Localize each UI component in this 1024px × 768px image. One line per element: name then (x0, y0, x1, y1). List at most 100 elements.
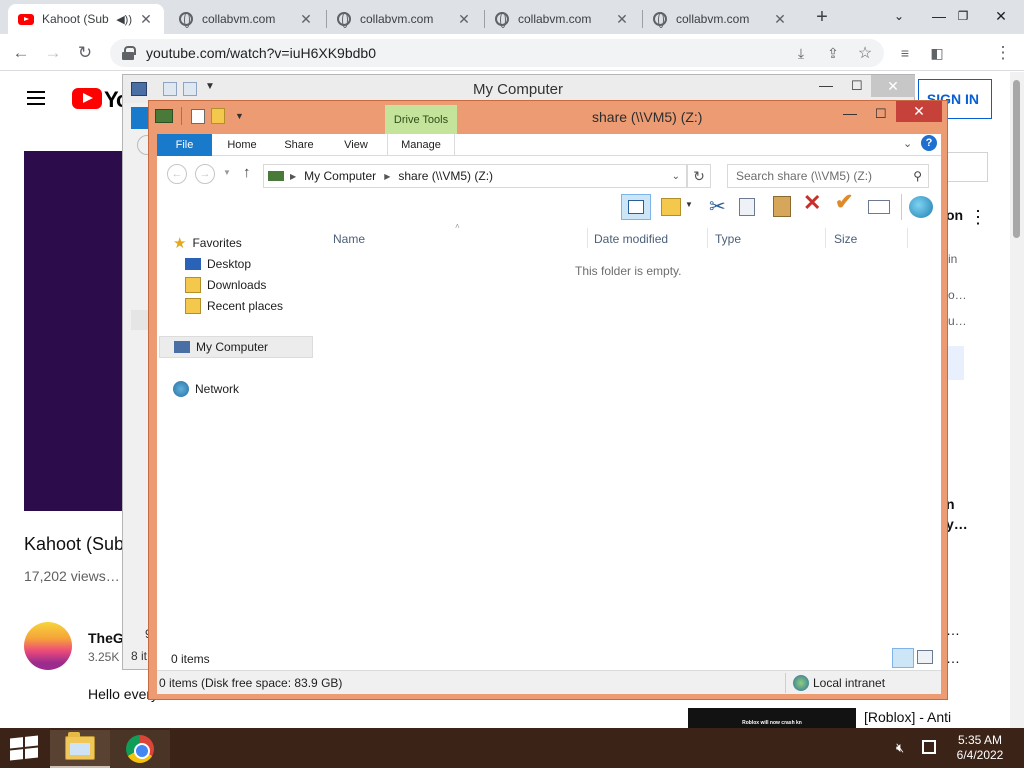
channel-name[interactable]: TheG (88, 630, 124, 646)
close-icon[interactable]: ✕ (871, 75, 915, 97)
tab-manage[interactable]: Manage (387, 134, 455, 156)
new-folder-icon[interactable] (183, 82, 197, 96)
up-next-thumbnail[interactable]: Roblox will now crash kn (688, 708, 856, 728)
folder-options-icon[interactable] (661, 198, 681, 216)
breadcrumb-share[interactable]: share (\\VM5) (Z:) (398, 169, 493, 183)
nav-favorites[interactable]: ★ Favorites (173, 232, 242, 254)
reload-icon[interactable]: ↻ (72, 40, 98, 66)
tab-kahoot[interactable]: Kahoot (Sub ◀)) ✕ (8, 4, 164, 34)
network-tray-icon[interactable] (922, 740, 936, 754)
column-type[interactable]: Type (715, 228, 741, 250)
up-next-title[interactable]: [Roblox] - Anti (864, 709, 951, 725)
column-name[interactable]: Name (333, 228, 365, 250)
address-dropdown-icon[interactable]: ⌄ (672, 171, 680, 182)
paste-icon[interactable] (773, 196, 791, 217)
tab-view[interactable]: View (333, 134, 379, 156)
maximize-icon[interactable]: ☐ (875, 106, 887, 122)
close-window-icon[interactable]: ✕ (978, 0, 1024, 32)
address-bar[interactable]: ▶ My Computer ▶ share (\\VM5) (Z:) ⌄ (263, 164, 687, 188)
close-tab-icon[interactable]: ✕ (298, 11, 314, 28)
rename-icon[interactable] (868, 200, 890, 214)
speaker-icon[interactable]: ◀)) (116, 13, 132, 26)
chrome-taskbar-button[interactable] (110, 730, 170, 768)
forward-icon[interactable]: → (195, 164, 215, 184)
column-divider[interactable] (825, 228, 826, 248)
menu-icon[interactable]: ⋮ (990, 40, 1016, 66)
share-explorer-window[interactable]: ▼ Drive Tools share (\\VM5) (Z:) — ☐ ✕ F… (148, 100, 948, 700)
clock[interactable]: 5:35 AM 6/4/2022 (952, 733, 1008, 763)
refresh-icon[interactable]: ↻ (687, 164, 711, 188)
file-explorer-taskbar-button[interactable] (50, 730, 110, 768)
column-divider[interactable] (907, 228, 908, 248)
web-icon[interactable] (909, 196, 933, 218)
install-app-icon[interactable]: ⤓ (788, 40, 814, 66)
close-tab-icon[interactable]: ✕ (614, 11, 630, 28)
details-view-icon[interactable] (892, 648, 914, 668)
tab-file[interactable]: File (157, 134, 212, 156)
breadcrumb-arrow-icon[interactable]: ▶ (384, 172, 390, 181)
search-box[interactable]: Search share (\\VM5) (Z:) ⚲ (727, 164, 929, 188)
media-control-icon[interactable]: ≡ (892, 40, 918, 66)
column-divider[interactable] (587, 228, 588, 248)
quick-access-dropdown-icon[interactable]: ▼ (235, 111, 244, 121)
search-icon[interactable]: ⚲ (913, 169, 922, 183)
copy-icon[interactable] (739, 198, 755, 216)
breadcrumb-arrow-icon[interactable]: ▶ (290, 172, 296, 181)
close-tab-icon[interactable]: ✕ (138, 11, 154, 28)
volume-muted-icon[interactable]: 🔇︎ (896, 740, 904, 756)
side-panel-icon[interactable]: ◧ (924, 40, 950, 66)
tab-collabvm-4[interactable]: collabvm.com ✕ (642, 4, 798, 34)
forward-icon[interactable]: → (40, 40, 66, 66)
recent-locations-icon[interactable]: ▼ (223, 168, 231, 177)
quick-access-dropdown-icon[interactable]: ▼ (205, 81, 215, 92)
tab-collabvm-1[interactable]: collabvm.com ✕ (168, 4, 324, 34)
column-date-modified[interactable]: Date modified (594, 228, 668, 250)
youtube-icon (18, 11, 34, 27)
properties-icon[interactable] (163, 82, 177, 96)
maximize-icon[interactable]: ☐ (851, 78, 863, 94)
help-icon[interactable]: ? (921, 135, 937, 151)
youtube-logo-icon[interactable] (72, 88, 102, 109)
new-tab-button[interactable]: + (810, 5, 834, 29)
minimize-icon[interactable]: — (819, 77, 833, 93)
nav-network[interactable]: Network (173, 378, 239, 400)
back-icon[interactable]: ← (8, 40, 34, 66)
share-icon[interactable]: ⇪ (820, 40, 846, 66)
bookmark-star-icon[interactable]: ☆ (852, 40, 878, 66)
more-options-icon[interactable]: ⋮ (969, 207, 987, 228)
column-divider[interactable] (707, 228, 708, 248)
tab-home[interactable]: Home (219, 134, 265, 156)
back-icon[interactable]: ← (167, 164, 187, 184)
nav-downloads[interactable]: Downloads (185, 274, 266, 296)
preview-pane-icon[interactable] (621, 194, 651, 220)
up-arrow-icon[interactable]: ↑ (243, 164, 251, 181)
tab-collabvm-2[interactable]: collabvm.com ✕ (326, 4, 482, 34)
close-tab-icon[interactable]: ✕ (456, 11, 472, 28)
hamburger-menu-icon[interactable] (27, 97, 45, 99)
dropdown-icon[interactable]: ▼ (685, 200, 693, 209)
tab-collabvm-3[interactable]: collabvm.com ✕ (484, 4, 640, 34)
channel-avatar[interactable] (24, 622, 72, 670)
tab-share[interactable]: Share (275, 134, 323, 156)
address-bar[interactable]: youtube.com/watch?v=iuH6XK9bdb0 (110, 39, 884, 67)
column-size[interactable]: Size (834, 228, 857, 250)
nav-my-computer[interactable]: My Computer (159, 336, 313, 358)
my-computer-titlebar[interactable]: ▼ My Computer — ☐ ✕ (123, 75, 915, 103)
close-tab-icon[interactable]: ✕ (772, 11, 788, 28)
expand-ribbon-icon[interactable]: ⌄ (903, 137, 912, 150)
video-player[interactable] (24, 151, 134, 511)
checkmark-icon[interactable]: ✔ (835, 189, 853, 215)
breadcrumb-my-computer[interactable]: My Computer (304, 169, 376, 183)
delete-icon[interactable]: ✕ (803, 190, 821, 216)
new-folder-icon[interactable] (211, 108, 225, 124)
properties-icon[interactable] (191, 109, 205, 124)
nav-desktop[interactable]: Desktop (185, 253, 251, 275)
start-button-windows-icon[interactable] (10, 735, 38, 761)
large-icons-view-icon[interactable] (917, 650, 933, 664)
cut-icon[interactable]: ✂ (709, 194, 726, 219)
share-titlebar[interactable]: ▼ Drive Tools share (\\VM5) (Z:) — ☐ ✕ (149, 101, 947, 134)
scrollbar-thumb[interactable] (1013, 80, 1020, 238)
minimize-icon[interactable]: — (843, 105, 857, 121)
close-icon[interactable]: ✕ (896, 101, 942, 122)
nav-recent-places[interactable]: Recent places (185, 295, 283, 317)
